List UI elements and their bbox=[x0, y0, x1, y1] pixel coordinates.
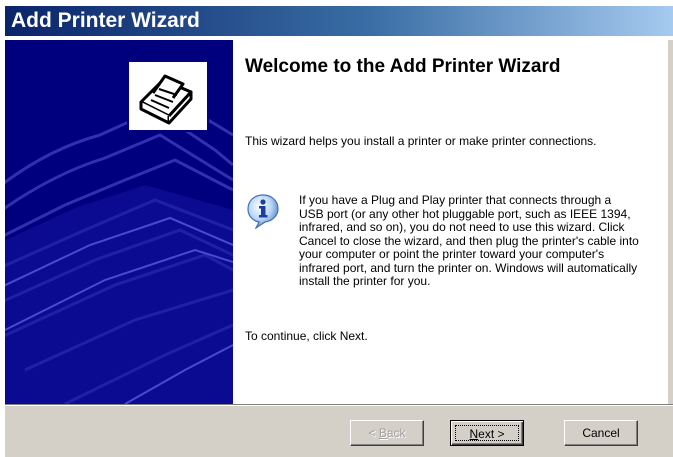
next-button[interactable]: Next > bbox=[450, 420, 524, 446]
welcome-heading: Welcome to the Add Printer Wizard bbox=[245, 56, 561, 77]
next-button-label: Next > bbox=[455, 425, 519, 441]
plug-and-play-info: If you have a Plug and Play printer that… bbox=[299, 193, 639, 288]
back-button-label: < Back bbox=[368, 426, 406, 440]
wizard-button-bar: < Back Next > Cancel bbox=[5, 406, 673, 457]
printer-icon bbox=[139, 74, 193, 125]
cancel-button[interactable]: Cancel bbox=[564, 420, 638, 446]
continue-instruction: To continue, click Next. bbox=[245, 329, 368, 343]
window-title: Add Printer Wizard bbox=[11, 9, 200, 32]
wizard-content: Welcome to the Add Printer Wizard This w… bbox=[243, 40, 668, 404]
wizard-icon-box bbox=[127, 60, 209, 132]
window-border bbox=[668, 40, 673, 404]
info-icon bbox=[247, 194, 279, 229]
intro-text: This wizard helps you install a printer … bbox=[245, 134, 597, 148]
wizard-title-bar[interactable]: Add Printer Wizard bbox=[5, 6, 673, 36]
back-button[interactable]: < Back bbox=[350, 420, 424, 446]
wizard-watermark-panel bbox=[5, 40, 233, 404]
